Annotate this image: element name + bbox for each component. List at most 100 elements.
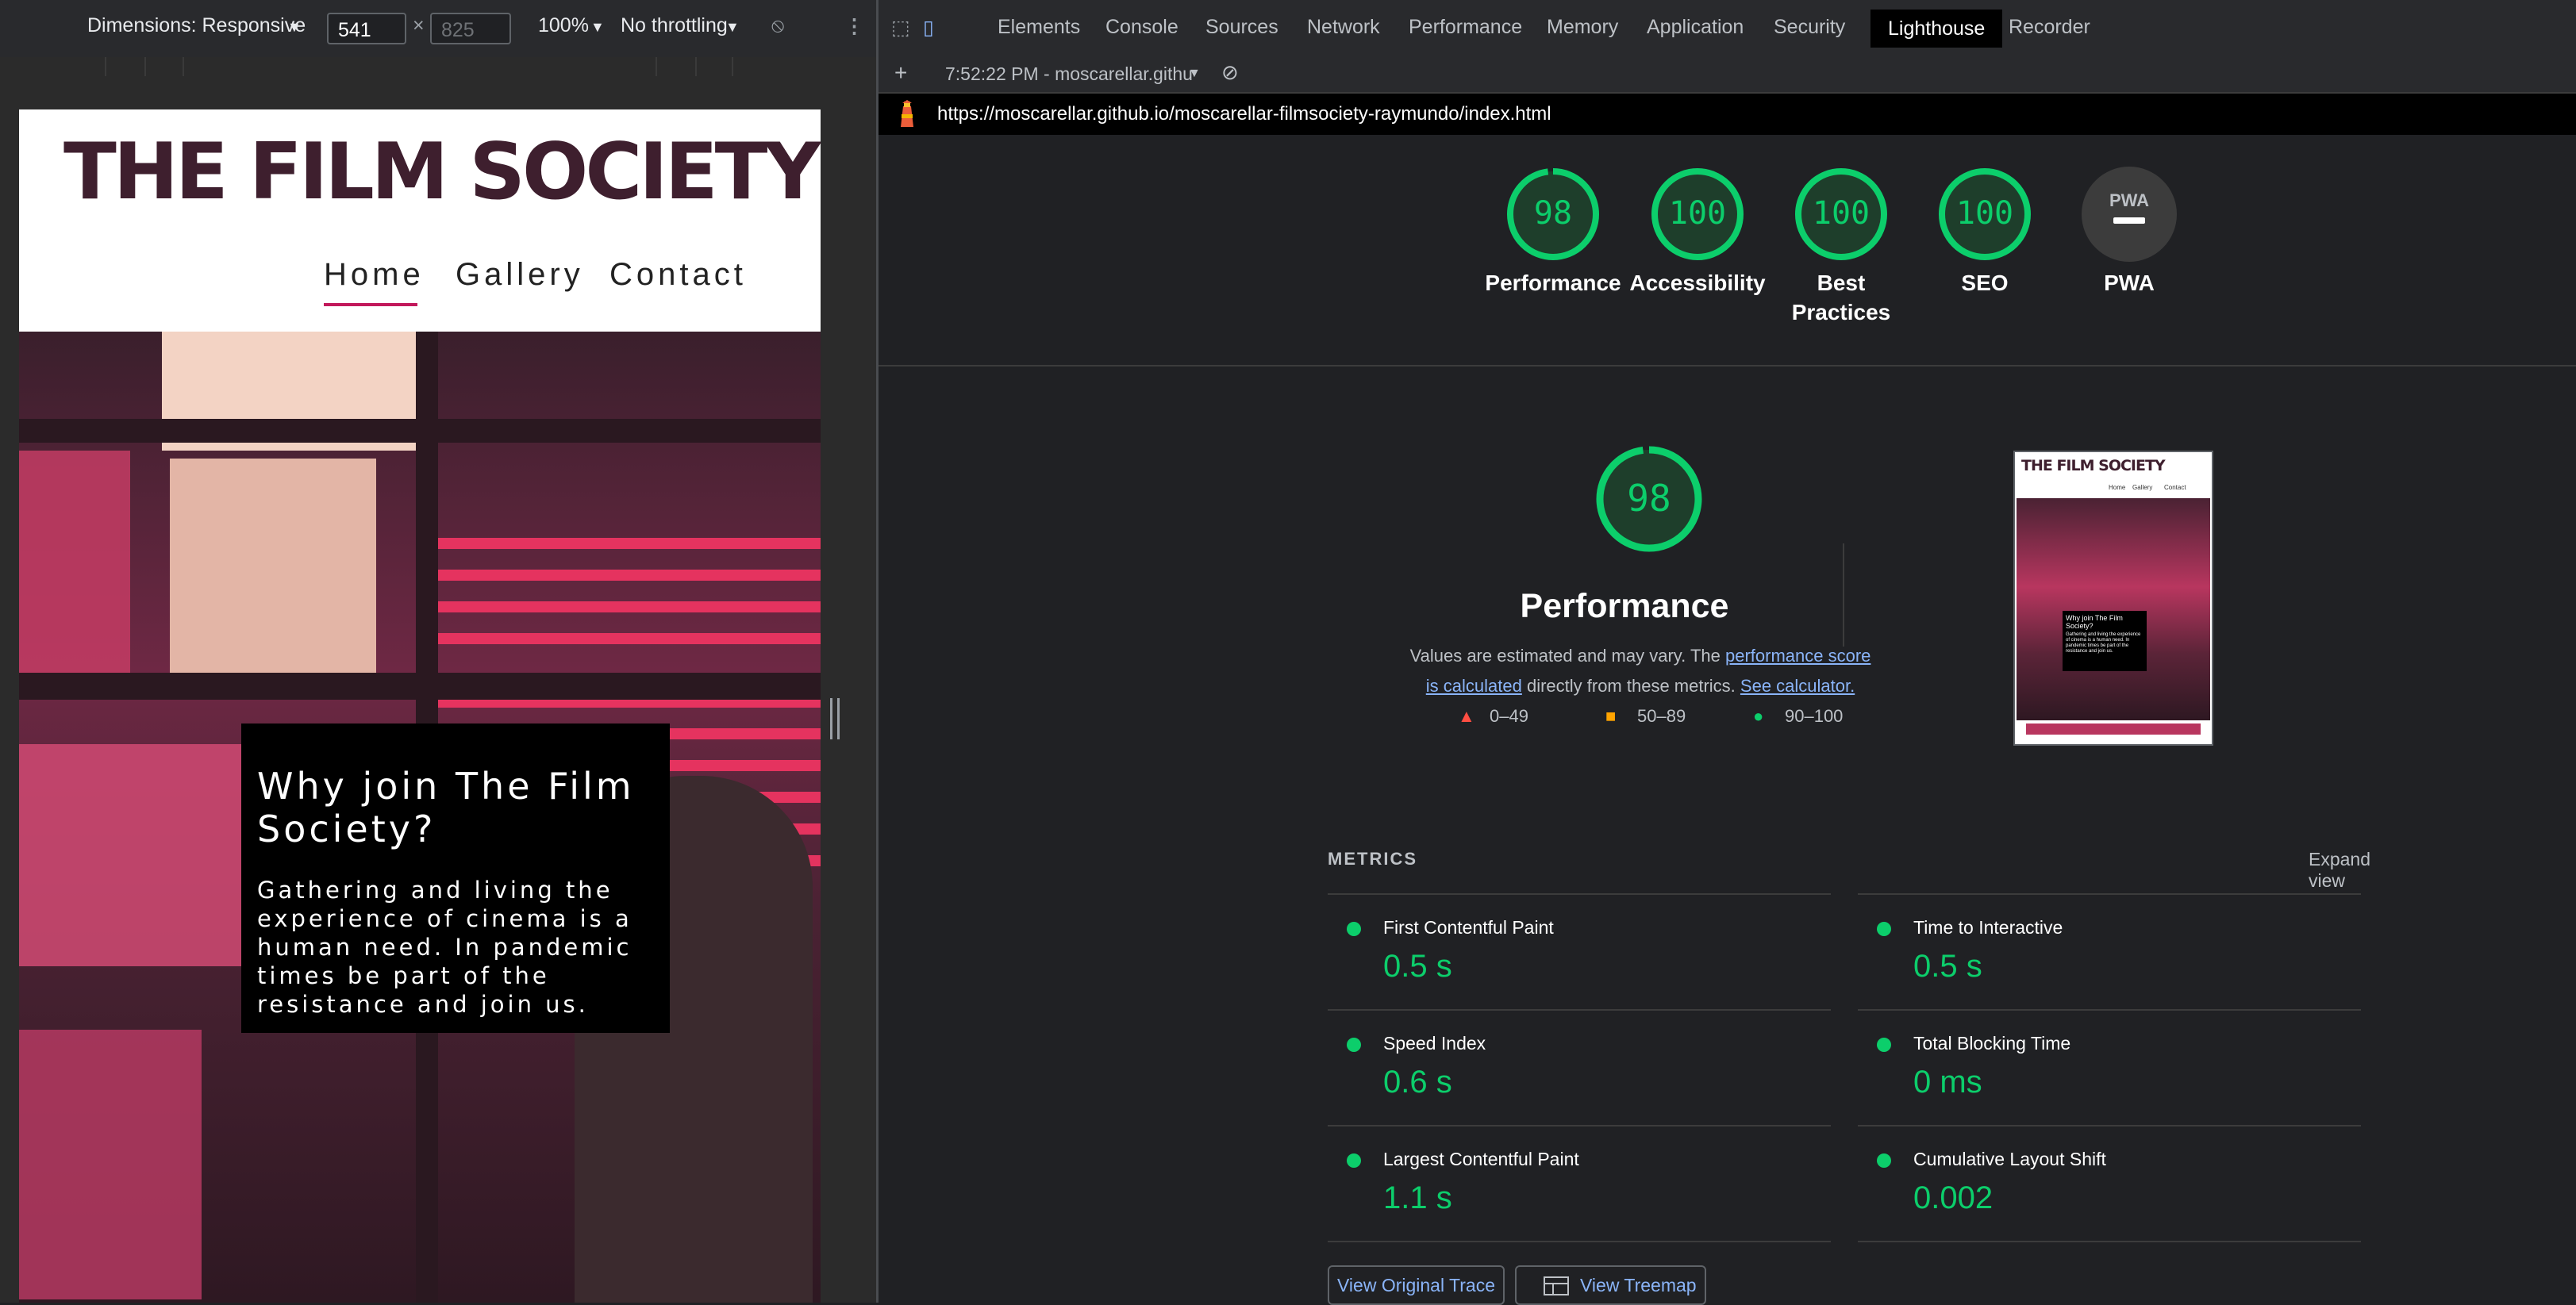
expand-view-button[interactable]: Expand view <box>2309 849 2375 892</box>
tab-performance[interactable]: Performance <box>1409 16 1522 39</box>
pass-circle-icon <box>1347 1153 1361 1168</box>
tab-sources[interactable]: Sources <box>1205 16 1278 39</box>
chevron-down-icon: ▼ <box>590 19 605 35</box>
gauge-label: PWA <box>2104 271 2155 295</box>
metric-name: Total Blocking Time <box>1913 1033 2071 1054</box>
zoom-dropdown[interactable]: 100% <box>538 14 589 37</box>
gauge-value: 100 <box>1813 195 1870 232</box>
score-gauge-pwa[interactable]: PWA PWA <box>2042 167 2217 297</box>
hero-window <box>170 459 376 681</box>
metric-name: Largest Contentful Paint <box>1383 1149 1579 1169</box>
pass-circle-icon <box>1347 1038 1361 1052</box>
hero-panel <box>19 1030 202 1299</box>
nav-link-contact[interactable]: Contact <box>609 257 747 293</box>
tab-network[interactable]: Network <box>1307 16 1380 39</box>
report-url[interactable]: https://moscarellar.github.io/moscarella… <box>937 103 1551 125</box>
gauge-value: 98 <box>1534 195 1572 232</box>
more-options-icon[interactable]: ⋮ <box>844 14 864 38</box>
hero-title: Why join The Film Society? <box>257 765 635 850</box>
hero-stair <box>432 538 821 549</box>
view-treemap-button[interactable]: View Treemap <box>1515 1265 1706 1305</box>
dimension-times-separator: × <box>413 14 425 36</box>
rotate-icon[interactable]: ⦸ <box>771 14 784 37</box>
site-logo[interactable]: THE FILM SOCIETY <box>63 127 821 217</box>
chevron-down-icon[interactable]: ▼ <box>1188 67 1201 81</box>
legend-fail: 0–49 <box>1490 706 1528 726</box>
thumb-logo: THE FILM SOCIETY <box>2021 457 2166 474</box>
pass-circle-icon <box>1877 1153 1891 1168</box>
tab-application[interactable]: Application <box>1647 16 1744 39</box>
media-query-ruler[interactable] <box>0 57 876 76</box>
thumb-card-body: Gathering and living the experience of c… <box>2066 632 2141 654</box>
final-screenshot-thumbnail[interactable]: THE FILM SOCIETY Home Gallery Contact Wh… <box>2013 451 2213 746</box>
dimensions-dropdown[interactable]: Dimensions: Responsive <box>87 14 306 37</box>
device-toolbar: Dimensions: Responsive ▼ 541 × 825 100% … <box>0 0 876 59</box>
new-report-icon[interactable]: + <box>894 60 907 86</box>
divider <box>879 365 2576 367</box>
viewport-resize-handle[interactable] <box>830 698 840 739</box>
metric-name: Cumulative Layout Shift <box>1913 1149 2106 1169</box>
performance-gauge-large: 98 <box>1594 444 1704 558</box>
see-calculator-link[interactable]: See calculator. <box>1740 676 1855 696</box>
divider <box>1843 543 1844 647</box>
hero-stair <box>432 570 821 581</box>
view-treemap-label: View Treemap <box>1580 1275 1697 1295</box>
legend-pass: 90–100 <box>1785 706 1844 726</box>
width-input[interactable]: 541 <box>327 13 406 44</box>
hero-stair <box>432 601 821 612</box>
devtools-tab-bar: ⬚ ▯ Elements Console Sources Network Per… <box>879 0 2576 59</box>
gauge-value: 100 <box>1669 195 1726 232</box>
tab-elements[interactable]: Elements <box>998 16 1080 39</box>
metric-value: 0.002 <box>1913 1180 1994 1215</box>
hero-stair <box>432 633 821 644</box>
metric-cumulative-layout-shift: Cumulative Layout Shift 0.002 <box>1858 1125 2361 1242</box>
pass-circle-icon <box>1877 1038 1891 1052</box>
metric-largest-contentful-paint: Largest Contentful Paint 1.1 s <box>1328 1125 1831 1242</box>
metrics-title: METRICS <box>1328 849 1417 869</box>
tab-console[interactable]: Console <box>1105 16 1178 39</box>
thumb-card-title: Why join The Film Society? <box>2066 614 2123 630</box>
inspect-element-icon[interactable]: ⬚ <box>891 16 910 40</box>
desc-text: directly from these metrics. <box>1521 676 1740 696</box>
thumb-nav-home: Home <box>2109 484 2126 491</box>
tab-lighthouse[interactable]: Lighthouse <box>1870 10 2003 48</box>
metric-speed-index: Speed Index 0.6 s <box>1328 1009 1831 1125</box>
metric-total-blocking-time: Total Blocking Time 0 ms <box>1858 1009 2361 1125</box>
performance-description: Values are estimated and may vary. The p… <box>1402 641 1878 701</box>
thumb-footer <box>2026 724 2201 735</box>
report-selector[interactable]: 7:52:22 PM - moscarellar.githu <box>945 63 1193 85</box>
metric-name: Time to Interactive <box>1913 917 2063 938</box>
throttling-dropdown[interactable]: No throttling <box>621 14 728 37</box>
pass-circle-icon: ● <box>1753 706 1764 726</box>
tab-memory[interactable]: Memory <box>1547 16 1618 39</box>
page-preview: THE FILM SOCIETY Home Gallery Contact Wh… <box>19 109 821 1303</box>
gauge-ring: 100 <box>1651 168 1744 260</box>
lighthouse-toolbar: + 7:52:22 PM - moscarellar.githu ▼ ⊘ <box>879 57 2576 94</box>
desc-text: Values are estimated and may vary. The <box>1409 646 1725 666</box>
gauge-value: 100 <box>1956 195 2013 232</box>
device-toolbar-icon[interactable]: ▯ <box>923 16 934 40</box>
metric-value: 0.6 s <box>1383 1065 1452 1100</box>
gauge-value: 98 <box>1627 477 1671 520</box>
legend-average: 50–89 <box>1637 706 1686 726</box>
fail-triangle-icon: ▲ <box>1458 706 1475 726</box>
gauge-ring: 100 <box>1939 168 2031 260</box>
thumb-card: Why join The Film Society? Gathering and… <box>2063 611 2147 671</box>
metric-name: Speed Index <box>1383 1033 1486 1054</box>
gauge-ring: 98 <box>1507 168 1599 260</box>
metric-name: First Contentful Paint <box>1383 917 1554 938</box>
metric-time-to-interactive: Time to Interactive 0.5 s <box>1858 893 2361 1009</box>
tab-security[interactable]: Security <box>1774 16 1845 39</box>
tab-recorder[interactable]: Recorder <box>2009 16 2090 39</box>
height-input[interactable]: 825 <box>430 13 511 44</box>
treemap-icon <box>1544 1276 1569 1295</box>
hero-panel <box>19 451 130 681</box>
active-nav-underline <box>324 303 417 306</box>
nav-link-home[interactable]: Home <box>324 257 425 293</box>
hero-panel <box>19 744 257 966</box>
report-url-bar: https://moscarellar.github.io/moscarella… <box>879 94 2576 135</box>
performance-title: Performance <box>1520 587 1729 625</box>
view-original-trace-button[interactable]: View Original Trace <box>1328 1265 1505 1305</box>
clear-icon[interactable]: ⊘ <box>1221 60 1239 85</box>
nav-link-gallery[interactable]: Gallery <box>456 257 584 293</box>
